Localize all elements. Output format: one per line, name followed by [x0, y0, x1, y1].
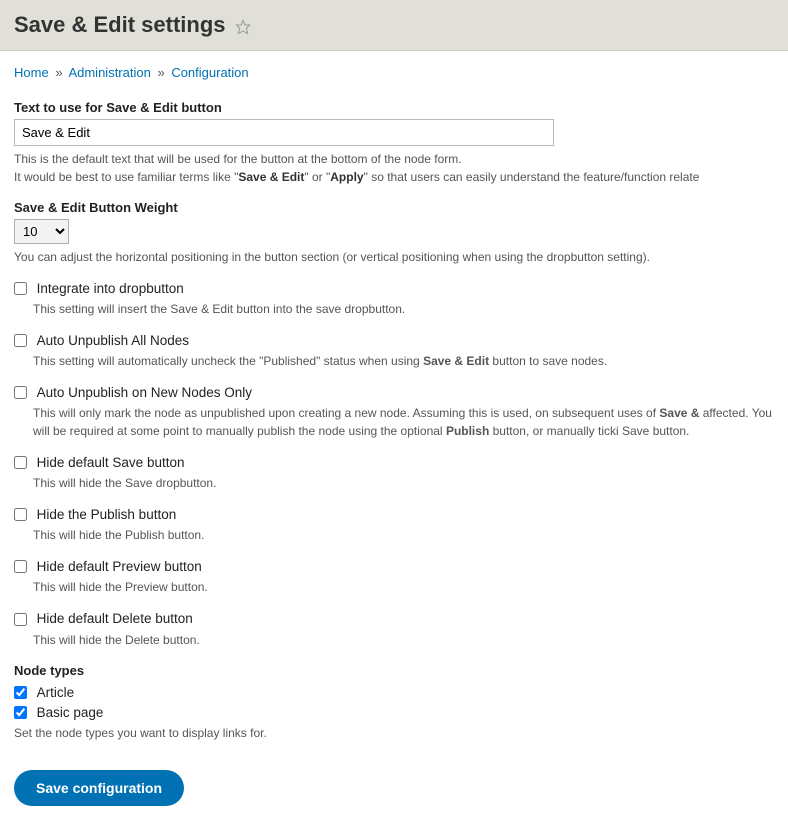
hide-save-wrapper: Hide default Save button This will hide … — [14, 454, 774, 492]
hide-publish-wrapper: Hide the Publish button This will hide t… — [14, 506, 774, 544]
node-types-label: Node types — [14, 663, 774, 678]
desc-text: " or " — [304, 170, 330, 184]
integrate-dropbutton-label: Integrate into dropbutton — [37, 281, 184, 296]
breadcrumb-sep: » — [55, 65, 62, 80]
breadcrumb-administration[interactable]: Administration — [68, 65, 150, 80]
hide-delete-desc: This will hide the Delete button. — [33, 631, 774, 649]
weight-label: Save & Edit Button Weight — [14, 200, 774, 215]
node-types-desc: Set the node types you want to display l… — [14, 724, 774, 742]
hide-preview-checkbox[interactable] — [14, 560, 27, 573]
desc-bold: Publish — [446, 424, 489, 438]
auto-unpublish-all-checkbox[interactable] — [14, 334, 27, 347]
integrate-dropbutton-checkbox[interactable] — [14, 282, 27, 295]
breadcrumb-home[interactable]: Home — [14, 65, 49, 80]
desc-bold: Save & Edit — [238, 170, 304, 184]
node-type-article-checkbox[interactable] — [14, 686, 27, 699]
desc-bold: Apply — [330, 170, 363, 184]
hide-publish-checkbox[interactable] — [14, 508, 27, 521]
hide-delete-checkbox[interactable] — [14, 613, 27, 626]
hide-preview-desc: This will hide the Preview button. — [33, 578, 774, 596]
node-type-basic-page-checkbox[interactable] — [14, 706, 27, 719]
node-type-article-wrapper: Article — [14, 684, 774, 700]
button-text-input[interactable] — [14, 119, 554, 146]
node-type-basic-page-wrapper: Basic page — [14, 704, 774, 720]
hide-preview-wrapper: Hide default Preview button This will hi… — [14, 558, 774, 596]
weight-description: You can adjust the horizontal positionin… — [14, 248, 774, 266]
integrate-dropbutton-wrapper: Integrate into dropbutton This setting w… — [14, 280, 774, 318]
button-text-field-wrapper: Text to use for Save & Edit button This … — [14, 100, 774, 186]
auto-unpublish-new-label: Auto Unpublish on New Nodes Only — [37, 385, 252, 400]
desc-text: button to save nodes. — [489, 354, 607, 368]
node-type-basic-page-label: Basic page — [37, 705, 104, 720]
hide-publish-desc: This will hide the Publish button. — [33, 526, 774, 544]
auto-unpublish-all-wrapper: Auto Unpublish All Nodes This setting wi… — [14, 332, 774, 370]
page-title: Save & Edit settings — [14, 12, 226, 38]
hide-save-checkbox[interactable] — [14, 456, 27, 469]
desc-text: " so that users can easily understand th… — [364, 170, 700, 184]
node-type-article-label: Article — [37, 685, 75, 700]
node-types-wrapper: Node types Article Basic page Set the no… — [14, 663, 774, 742]
desc-bold: Save & — [659, 406, 699, 420]
desc-text: This setting will automatically uncheck … — [33, 354, 423, 368]
button-text-label: Text to use for Save & Edit button — [14, 100, 774, 115]
auto-unpublish-new-desc: This will only mark the node as unpublis… — [33, 404, 774, 440]
desc-text: This will only mark the node as unpublis… — [33, 406, 659, 420]
desc-bold: Save & Edit — [423, 354, 489, 368]
save-configuration-button[interactable]: Save configuration — [14, 770, 184, 806]
desc-text: It would be best to use familiar terms l… — [14, 170, 238, 184]
hide-save-label: Hide default Save button — [37, 455, 185, 470]
star-icon[interactable] — [235, 19, 251, 38]
auto-unpublish-all-label: Auto Unpublish All Nodes — [37, 333, 189, 348]
hide-publish-label: Hide the Publish button — [37, 507, 177, 522]
hide-save-desc: This will hide the Save dropbutton. — [33, 474, 774, 492]
auto-unpublish-new-checkbox[interactable] — [14, 386, 27, 399]
hide-delete-wrapper: Hide default Delete button This will hid… — [14, 610, 774, 648]
desc-text: button, or manually ticki Save button. — [489, 424, 689, 438]
hide-preview-label: Hide default Preview button — [37, 559, 202, 574]
desc-text: This is the default text that will be us… — [14, 152, 462, 166]
auto-unpublish-new-wrapper: Auto Unpublish on New Nodes Only This wi… — [14, 384, 774, 440]
hide-delete-label: Hide default Delete button — [37, 612, 193, 627]
weight-select[interactable]: 10 — [14, 219, 69, 244]
weight-field-wrapper: Save & Edit Button Weight 10 You can adj… — [14, 200, 774, 266]
integrate-dropbutton-desc: This setting will insert the Save & Edit… — [33, 300, 774, 318]
button-text-description: This is the default text that will be us… — [14, 150, 774, 186]
breadcrumb: Home » Administration » Configuration — [14, 65, 774, 80]
content-region: Home » Administration » Configuration Te… — [0, 51, 788, 820]
breadcrumb-configuration[interactable]: Configuration — [171, 65, 248, 80]
page-header: Save & Edit settings — [0, 0, 788, 51]
auto-unpublish-all-desc: This setting will automatically uncheck … — [33, 352, 774, 370]
breadcrumb-sep: » — [157, 65, 164, 80]
